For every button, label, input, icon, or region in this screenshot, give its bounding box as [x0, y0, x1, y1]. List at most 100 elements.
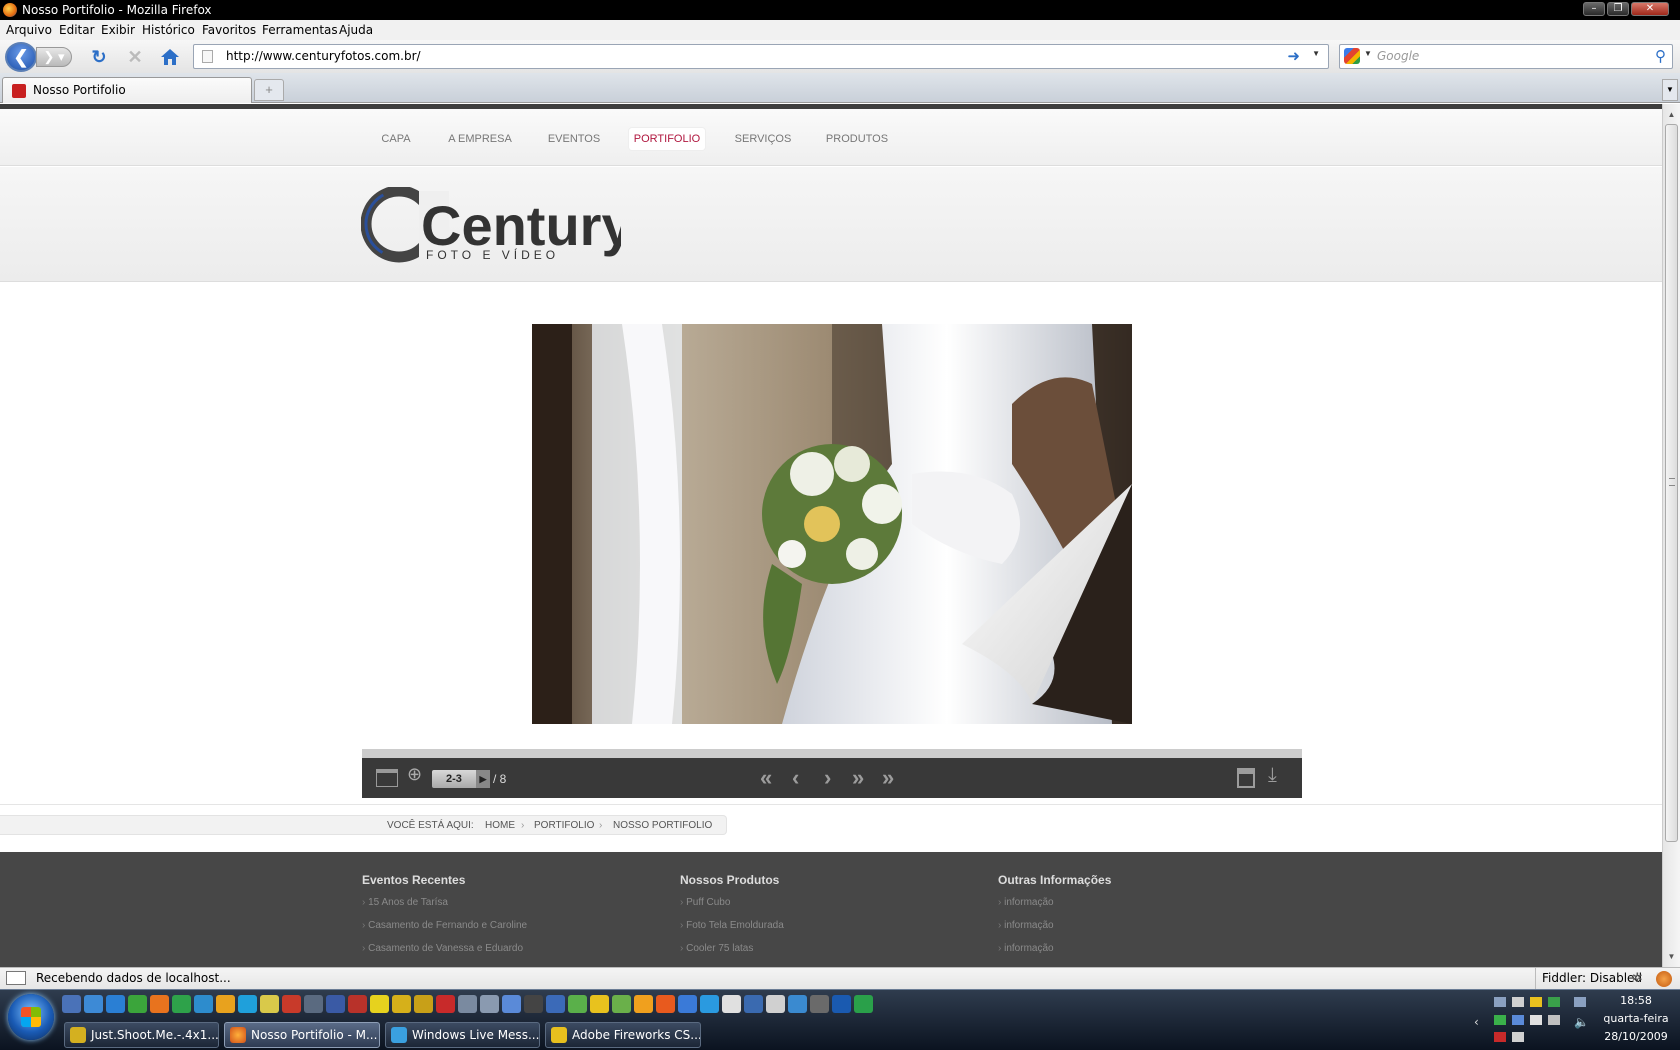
quick-launch-icon[interactable] [194, 995, 213, 1013]
quick-launch-icon[interactable] [502, 995, 521, 1013]
taskbar-item[interactable]: Adobe Fireworks CS... [545, 1022, 701, 1048]
breadcrumb-home[interactable]: HOME [485, 816, 515, 835]
quick-launch-icon[interactable] [766, 995, 785, 1013]
back-button[interactable]: ❮ [5, 42, 37, 72]
next-page-icon[interactable]: › [824, 766, 831, 790]
thumbnail-toggle-icon[interactable] [376, 769, 398, 787]
footer-link[interactable]: 15 Anos de Tarísa [362, 896, 527, 919]
search-icon[interactable]: ⚲ [1655, 47, 1666, 65]
quick-launch-icon[interactable] [106, 995, 125, 1013]
footer-link[interactable]: informação [998, 942, 1111, 965]
quick-launch-icon[interactable] [84, 995, 103, 1013]
menu-favoritos[interactable]: Favoritos [202, 20, 256, 40]
quick-launch-icon[interactable] [326, 995, 345, 1013]
fiddler-status[interactable]: Fiddler: Disabled [1535, 968, 1642, 989]
scroll-down-icon[interactable]: ▼ [1663, 948, 1680, 965]
url-text[interactable]: http://www.centuryfotos.com.br/ [226, 45, 421, 68]
quick-launch-icon[interactable] [634, 995, 653, 1013]
quick-launch-icon[interactable] [854, 995, 873, 1013]
download-icon[interactable]: ⤓ [1268, 764, 1277, 787]
go-arrow-icon[interactable]: ➜ [1287, 47, 1300, 65]
quick-launch-icon[interactable] [722, 995, 741, 1013]
quick-launch-icon[interactable] [304, 995, 323, 1013]
menu-ferramentas[interactable]: Ferramentas [262, 20, 338, 40]
footer-link[interactable]: informação [998, 919, 1111, 942]
taskbar-item[interactable]: Just.Shoot.Me.-.4x1... [64, 1022, 219, 1048]
search-engine-dropdown-icon[interactable]: ▼ [1364, 49, 1372, 58]
scrollbar-thumb[interactable] [1665, 124, 1678, 842]
quick-launch-icon[interactable] [788, 995, 807, 1013]
menu-arquivo[interactable]: Arquivo [6, 20, 52, 40]
new-tab-button[interactable]: + [254, 79, 284, 101]
menu-editar[interactable]: Editar [59, 20, 95, 40]
quick-launch-icon[interactable] [392, 995, 411, 1013]
footer-link[interactable]: Casamento de Fernando e Caroline [362, 919, 527, 942]
stop-button[interactable]: ✕ [124, 47, 146, 67]
quick-launch-icon[interactable] [282, 995, 301, 1013]
nav-portifolio[interactable]: PORTIFOLIO [629, 128, 705, 150]
quick-launch-icon[interactable] [480, 995, 499, 1013]
menu-historico[interactable]: Histórico [142, 20, 195, 40]
addon-status-icon[interactable] [1656, 971, 1672, 987]
breadcrumb-portifolio[interactable]: PORTIFOLIO [534, 816, 594, 835]
page-go-icon[interactable]: ▶ [476, 770, 490, 788]
quick-launch-icon[interactable] [832, 995, 851, 1013]
menu-exibir[interactable]: Exibir [101, 20, 135, 40]
quick-launch-icon[interactable] [744, 995, 763, 1013]
previous-page-icon[interactable]: ‹ [792, 766, 799, 790]
close-button[interactable]: ✕ [1631, 2, 1669, 16]
nav-a-empresa[interactable]: A EMPRESA [442, 128, 518, 150]
quick-launch-icon[interactable] [810, 995, 829, 1013]
taskbar-item[interactable]: Windows Live Mess... [385, 1022, 540, 1048]
quick-launch-icon[interactable] [568, 995, 587, 1013]
system-clock[interactable]: 18:58 quarta-feira 28/10/2009 [1594, 992, 1678, 1046]
first-page-icon[interactable]: « [760, 766, 772, 790]
search-placeholder[interactable]: Google [1377, 45, 1419, 68]
nav-capa[interactable]: CAPA [373, 128, 419, 150]
footer-link[interactable]: Casamento de Vanessa e Eduardo [362, 942, 527, 965]
taskbar-item[interactable]: Nosso Portifolio - M... [224, 1022, 380, 1048]
quick-launch-icon[interactable] [260, 995, 279, 1013]
nav-servicos[interactable]: SERVIÇOS [727, 128, 799, 150]
nav-eventos[interactable]: EVENTOS [541, 128, 607, 150]
quick-launch-icon[interactable] [128, 995, 147, 1013]
quick-launch-icon[interactable] [436, 995, 455, 1013]
google-icon[interactable] [1344, 48, 1360, 64]
zoom-in-icon[interactable]: ⊕ [407, 764, 422, 785]
start-button[interactable] [8, 994, 54, 1040]
reload-button[interactable]: ↻ [88, 47, 110, 67]
portfolio-photo[interactable] [532, 324, 1132, 724]
quick-launch-icon[interactable] [150, 995, 169, 1013]
home-button[interactable] [158, 46, 182, 68]
quick-launch-icon[interactable] [656, 995, 675, 1013]
tab-nosso-portifolio[interactable]: Nosso Portifolio [2, 77, 252, 103]
quick-launch-icon[interactable] [524, 995, 543, 1013]
url-dropdown-icon[interactable]: ▼ [1312, 49, 1320, 58]
next-spread-icon[interactable]: » [852, 766, 864, 790]
quick-launch-icon[interactable] [370, 995, 389, 1013]
quick-launch-icon[interactable] [612, 995, 631, 1013]
footer-link[interactable]: informação [998, 896, 1111, 919]
quick-launch-icon[interactable] [678, 995, 697, 1013]
quick-launch-icon[interactable] [414, 995, 433, 1013]
vertical-scrollbar[interactable]: ▲ ▼ [1662, 104, 1680, 967]
quick-launch-icon[interactable] [238, 995, 257, 1013]
settings-gear-icon[interactable]: ✲ [1632, 971, 1648, 987]
quick-launch-icon[interactable] [62, 995, 81, 1013]
footer-link[interactable]: Cooler 75 latas [680, 942, 784, 965]
quick-launch-icon[interactable] [546, 995, 565, 1013]
minimize-button[interactable]: – [1583, 2, 1605, 16]
last-page-icon[interactable]: » [882, 766, 894, 790]
footer-link[interactable]: Foto Tela Emoldurada [680, 919, 784, 942]
print-icon[interactable] [1237, 768, 1255, 788]
menu-ajuda[interactable]: Ajuda [339, 20, 373, 40]
search-bar[interactable]: ▼ Google ⚲ [1339, 44, 1673, 69]
forward-button[interactable]: ❯ ▾ [36, 47, 72, 67]
page-selector[interactable]: 2-3 ▶ [432, 770, 490, 788]
quick-launch-icon[interactable] [590, 995, 609, 1013]
url-bar[interactable]: http://www.centuryfotos.com.br/ ➜ ▼ [193, 44, 1329, 69]
quick-launch-icon[interactable] [216, 995, 235, 1013]
nav-produtos[interactable]: PRODUTOS [822, 128, 892, 150]
century-logo[interactable]: Century FOTO E VÍDEO [361, 187, 621, 265]
quick-launch-icon[interactable] [348, 995, 367, 1013]
